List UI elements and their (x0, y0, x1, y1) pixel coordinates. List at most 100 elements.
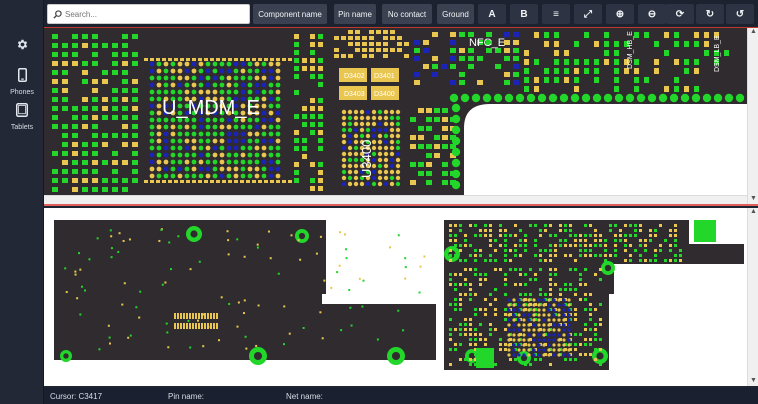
pad (584, 293, 587, 296)
pad (390, 48, 395, 52)
vertical-scrollbar[interactable]: ▲ ▼ (747, 208, 758, 386)
pad (459, 224, 462, 227)
settings-button[interactable] (0, 38, 44, 56)
pad (52, 43, 58, 48)
sidebar-item-phones[interactable]: Phones (0, 68, 44, 96)
pad (204, 180, 208, 183)
pad (594, 254, 597, 257)
pad (318, 42, 323, 47)
sidebar-item-tablets[interactable]: Tablets (0, 103, 44, 131)
pad (72, 151, 78, 156)
pad (240, 61, 246, 67)
layers-icon[interactable]: ≡ (542, 4, 570, 24)
horizontal-scrollbar[interactable] (44, 195, 747, 204)
pad (529, 363, 532, 366)
zoom-out-icon[interactable]: ⊖ (638, 4, 666, 24)
pad (589, 254, 592, 257)
pad (315, 252, 318, 255)
pad (149, 82, 155, 88)
pad (559, 224, 562, 227)
pad (353, 139, 359, 145)
pad (532, 328, 536, 332)
zoom-in-icon[interactable]: ⊕ (606, 4, 634, 24)
pad (72, 160, 78, 165)
pad (484, 224, 487, 227)
pad (537, 343, 541, 347)
redo-icon[interactable]: ↻ (696, 4, 724, 24)
pad (170, 145, 176, 151)
pad (192, 58, 196, 61)
pad (376, 338, 379, 341)
pad (522, 318, 526, 322)
search-input[interactable] (65, 9, 245, 19)
scroll-down-arrow[interactable]: ▼ (748, 377, 758, 384)
pad (62, 61, 68, 66)
pad (562, 338, 566, 342)
pad (233, 152, 239, 158)
board-overview-canvas[interactable] (44, 208, 747, 386)
bold-a-icon[interactable]: A (478, 4, 506, 24)
rotate-icon[interactable]: ⟳ (666, 4, 694, 24)
undo-icon[interactable]: ↺ (726, 4, 754, 24)
pad (362, 54, 367, 58)
pad (205, 124, 211, 130)
pad (383, 151, 389, 157)
pad (499, 348, 502, 351)
pad (282, 58, 286, 61)
pad (449, 239, 452, 242)
pad (567, 323, 571, 327)
pad (395, 115, 401, 121)
pad (639, 259, 642, 262)
vertical-scrollbar[interactable]: ▲ ▼ (747, 28, 758, 204)
pad (212, 75, 218, 81)
no-contact-button[interactable]: No contact (382, 4, 432, 24)
fit-icon[interactable]: ⤢ (574, 4, 602, 24)
pad (170, 173, 176, 179)
pad (507, 298, 511, 302)
scroll-up-arrow[interactable]: ▲ (748, 28, 758, 35)
pad (532, 353, 536, 357)
pad (554, 234, 557, 237)
pad (377, 175, 383, 181)
pad (539, 234, 542, 237)
pad (674, 239, 677, 242)
pad (256, 243, 259, 246)
pin-name-button[interactable]: Pin name (334, 4, 376, 24)
board-detail-view[interactable]: U_MDM_E NFC_E U3400 DSM_HB_E DSM_LB_E D3… (44, 28, 758, 206)
ground-button[interactable]: Ground (437, 4, 474, 24)
pad (318, 58, 323, 63)
pad (92, 61, 98, 66)
bold-b-icon[interactable]: B (510, 4, 538, 24)
pad (177, 173, 183, 179)
board-overview[interactable]: ▲ ▼ (44, 208, 758, 386)
pad (426, 180, 432, 185)
pad (567, 318, 571, 322)
scroll-up-arrow[interactable]: ▲ (748, 208, 758, 215)
pad (294, 34, 299, 39)
pad (559, 293, 562, 296)
board-detail-canvas[interactable]: U_MDM_E NFC_E U3400 DSM_HB_E DSM_LB_E D3… (44, 28, 747, 197)
pad (383, 115, 389, 121)
pad (353, 181, 359, 187)
pad (102, 178, 108, 183)
scroll-down-arrow[interactable]: ▼ (748, 195, 758, 202)
pad (377, 163, 383, 169)
pad (579, 278, 582, 281)
pad (579, 244, 582, 247)
pad (559, 229, 562, 232)
pad (504, 273, 507, 276)
pad (212, 166, 218, 172)
pad (426, 144, 432, 149)
pad (112, 151, 118, 156)
pad (149, 159, 155, 165)
pad (459, 229, 462, 232)
pad (514, 234, 517, 237)
pad (524, 68, 529, 74)
pad (442, 108, 448, 113)
pad (442, 180, 448, 185)
search-box[interactable] (47, 4, 250, 24)
pad (149, 103, 155, 109)
pad (383, 121, 389, 127)
pad (268, 131, 274, 137)
component-name-button[interactable]: Component name (253, 4, 327, 24)
